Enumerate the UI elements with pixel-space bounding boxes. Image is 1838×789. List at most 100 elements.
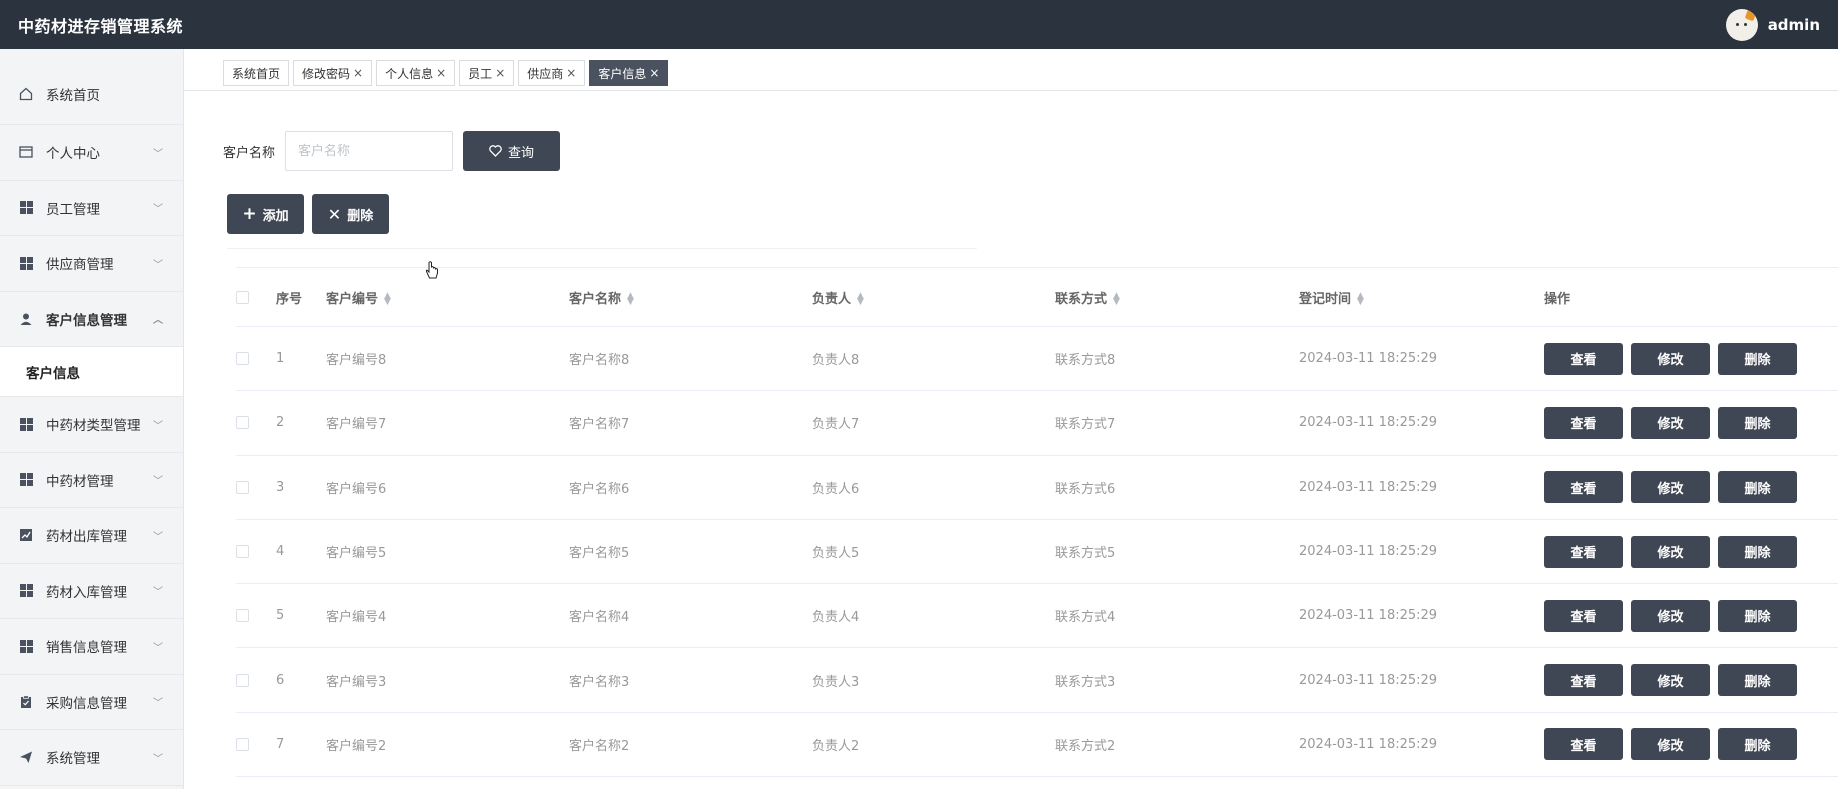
header-contact[interactable]: 联系方式 ▲ ▼ <box>1055 267 1299 327</box>
grid-icon <box>18 416 34 432</box>
delete-button[interactable]: 删除 <box>1718 342 1797 375</box>
query-button[interactable]: 查询 <box>463 131 561 171</box>
cell-contact: 联系方式4 <box>1055 583 1299 649</box>
cell-index: 4 <box>276 519 326 585</box>
delete-button[interactable]: 删除 <box>1718 406 1797 439</box>
tab-personal-info[interactable]: 个人信息 × <box>376 60 456 86</box>
header-name[interactable]: 客户名称 ▲ ▼ <box>569 267 812 327</box>
sidebar-item-customer-mgmt[interactable]: 客户信息管理 ︿ <box>0 292 183 347</box>
view-button[interactable]: 查看 <box>1544 664 1623 697</box>
edit-button[interactable]: 修改 <box>1631 728 1710 761</box>
header-actions: 操作 <box>1544 267 1838 327</box>
sidebar-subitem-customer-info[interactable]: 客户信息 <box>0 347 183 397</box>
cell-contact: 联系方式7 <box>1055 390 1299 456</box>
edit-button[interactable]: 修改 <box>1631 342 1710 375</box>
sort-icon[interactable]: ▲ ▼ <box>627 292 634 307</box>
home-icon <box>18 86 34 102</box>
add-button[interactable]: + 添加 <box>227 194 304 234</box>
tab-supplier[interactable]: 供应商 × <box>518 60 586 86</box>
cell-code: 客户编号4 <box>326 583 569 649</box>
view-button[interactable]: 查看 <box>1544 599 1623 632</box>
table-header-row: 序号 客户编号 ▲ ▼ 客户名称 ▲ ▼ 负责人 ▲ ▼ 联系方式 ▲ ▼ 登记时间 ▲ ▼ 操作 <box>236 267 1838 327</box>
username[interactable]: admin <box>1768 16 1820 34</box>
close-icon[interactable]: × <box>495 66 505 80</box>
sidebar-item-herb-type[interactable]: 中药材类型管理 ﹀ <box>0 397 183 453</box>
clipboard-icon <box>18 694 34 710</box>
cell-index: 2 <box>276 390 326 456</box>
select-all-checkbox[interactable] <box>236 290 249 304</box>
tab-change-password[interactable]: 修改密码 × <box>293 60 373 86</box>
sidebar-item-outbound[interactable]: 药材出库管理 ﹀ <box>0 508 183 564</box>
tab-customer-info[interactable]: 客户信息 × <box>589 60 669 86</box>
sidebar-item-personal[interactable]: 个人中心 ﹀ <box>0 125 183 181</box>
hand-cursor-icon <box>425 261 438 279</box>
close-icon[interactable]: × <box>353 66 363 80</box>
row-actions: 查看 修改 删除 <box>1544 599 1838 632</box>
view-button[interactable]: 查看 <box>1544 342 1623 375</box>
edit-button[interactable]: 修改 <box>1631 406 1710 439</box>
close-icon[interactable]: × <box>649 66 659 80</box>
close-icon[interactable]: × <box>566 66 576 80</box>
table-row: 5 客户编号4 客户名称4 负责人4 联系方式4 2024-03-11 18:25:29 … <box>236 583 1838 649</box>
cell-index: 6 <box>276 647 326 713</box>
row-checkbox[interactable] <box>236 545 249 559</box>
sidebar-item-system[interactable]: 系统管理 ﹀ <box>0 730 183 786</box>
delete-button[interactable]: 删除 <box>1718 664 1797 697</box>
delete-button[interactable]: 删除 <box>1718 599 1797 632</box>
sidebar-item-supplier[interactable]: 供应商管理 ﹀ <box>0 236 183 292</box>
table-row: 7 客户编号2 客户名称2 负责人2 联系方式2 2024-03-11 18:25:29 … <box>236 712 1838 778</box>
row-checkbox[interactable] <box>236 737 249 751</box>
delete-button[interactable]: 删除 <box>1718 471 1797 504</box>
sort-icon[interactable]: ▲ ▼ <box>384 292 391 307</box>
batch-delete-button[interactable]: ✕ 删除 <box>312 194 389 234</box>
delete-button[interactable]: 删除 <box>1718 728 1797 761</box>
row-checkbox[interactable] <box>236 352 249 366</box>
avatar[interactable] <box>1725 8 1758 41</box>
sidebar-item-purchase[interactable]: 采购信息管理 ﹀ <box>0 675 183 730</box>
view-button[interactable]: 查看 <box>1544 728 1623 761</box>
sidebar-item-staff[interactable]: 员工管理 ﹀ <box>0 181 183 236</box>
table-row: 1 客户编号8 客户名称8 负责人8 联系方式8 2024-03-11 18:25:29 … <box>236 326 1838 392</box>
row-checkbox[interactable] <box>236 609 249 623</box>
cell-time: 2024-03-11 18:25:29 <box>1299 326 1544 392</box>
view-button[interactable]: 查看 <box>1544 406 1623 439</box>
edit-button[interactable]: 修改 <box>1631 664 1710 697</box>
sort-icon[interactable]: ▲ ▼ <box>1357 292 1364 307</box>
search-input[interactable] <box>285 131 454 171</box>
row-checkbox[interactable] <box>236 480 249 494</box>
cell-name: 客户名称3 <box>569 647 812 713</box>
tab-home[interactable]: 系统首页 <box>223 60 290 86</box>
cell-person: 负责人4 <box>812 583 1055 649</box>
header-code[interactable]: 客户编号 ▲ ▼ <box>326 267 569 327</box>
sidebar-item-home[interactable]: 系统首页 <box>0 49 183 125</box>
sidebar-item-herb[interactable]: 中药材管理 ﹀ <box>0 453 183 508</box>
close-icon[interactable]: × <box>436 66 446 80</box>
sort-icon[interactable]: ▲ ▼ <box>857 292 864 307</box>
cell-index: 5 <box>276 583 326 649</box>
row-checkbox[interactable] <box>236 416 249 430</box>
cell-name: 客户名称6 <box>569 455 812 520</box>
chevron-down-icon: ﹀ <box>153 148 163 160</box>
edit-button[interactable]: 修改 <box>1631 535 1710 568</box>
cell-name: 客户名称8 <box>569 326 812 392</box>
tab-staff[interactable]: 员工 × <box>459 60 515 86</box>
cell-name: 客户名称2 <box>569 712 812 778</box>
cell-time: 2024-03-11 18:25:29 <box>1299 647 1544 713</box>
customer-table: 序号 客户编号 ▲ ▼ 客户名称 ▲ ▼ 负责人 ▲ ▼ 联系方式 ▲ ▼ 登记时间 ▲ ▼ 操作 … <box>236 267 1838 778</box>
sidebar-item-sales[interactable]: 销售信息管理 ﹀ <box>0 619 183 675</box>
view-button[interactable]: 查看 <box>1544 471 1623 504</box>
sidebar: 系统首页 个人中心 ﹀ 员工管理 ﹀ 供应商管理 ﹀ 客户信息管理 ︿ 客户信息… <box>0 49 184 789</box>
view-button[interactable]: 查看 <box>1544 535 1623 568</box>
user-menu[interactable]: admin <box>1725 8 1820 41</box>
delete-button[interactable]: 删除 <box>1718 535 1797 568</box>
sort-icon[interactable]: ▲ ▼ <box>1113 292 1120 307</box>
edit-button[interactable]: 修改 <box>1631 471 1710 504</box>
header-time[interactable]: 登记时间 ▲ ▼ <box>1299 267 1544 327</box>
cell-person: 负责人7 <box>812 390 1055 456</box>
top-bar: 中药材进存销管理系统 admin <box>0 0 1838 49</box>
edit-button[interactable]: 修改 <box>1631 599 1710 632</box>
cell-name: 客户名称5 <box>569 519 812 585</box>
row-checkbox[interactable] <box>236 673 249 687</box>
header-person[interactable]: 负责人 ▲ ▼ <box>812 267 1055 327</box>
sidebar-item-inbound[interactable]: 药材入库管理 ﹀ <box>0 564 183 619</box>
